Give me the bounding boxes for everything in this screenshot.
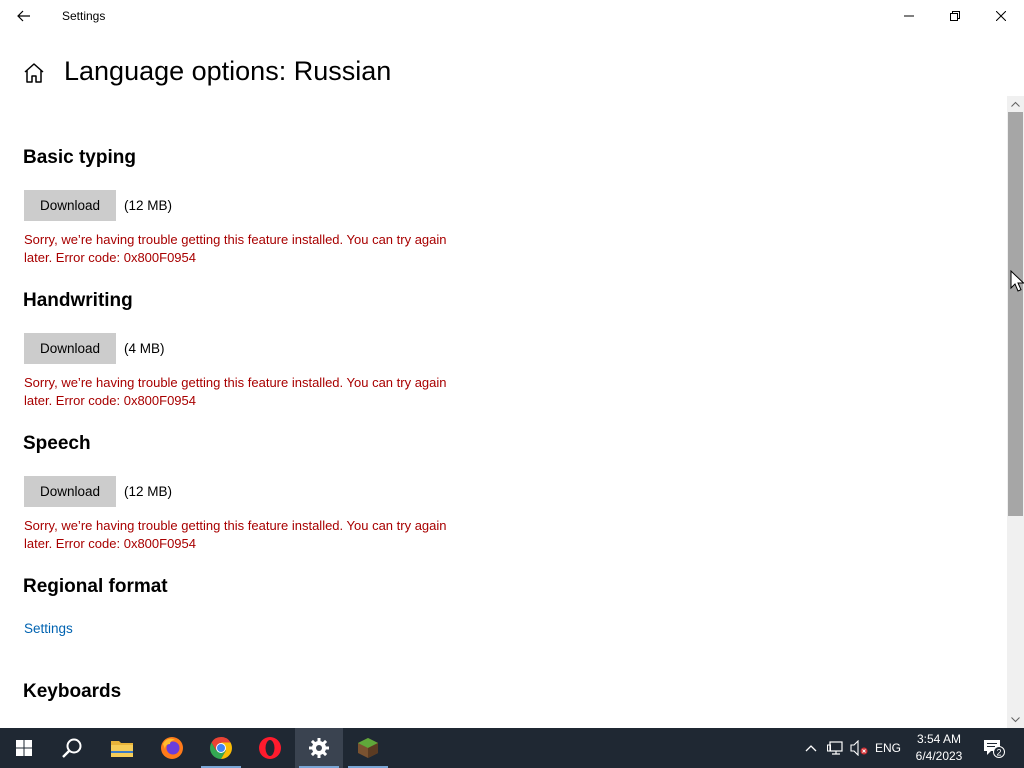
minecraft-icon [358,738,378,758]
file-explorer-icon [111,741,133,757]
start-button[interactable] [0,728,48,768]
taskbar: ENG 3:54 AM 6/4/2023 2 [0,728,1024,768]
chrome-button[interactable] [197,728,245,768]
basic-typing-download-button[interactable]: Download [24,190,116,221]
home-icon[interactable] [22,61,46,85]
basic-typing-size: (12 MB) [124,198,173,213]
clock[interactable]: 3:54 AM 6/4/2023 [908,731,970,765]
mouse-cursor-icon [1010,270,1024,292]
basic-typing-error: Sorry, we’re having trouble getting this… [24,232,447,265]
settings-taskbar-button[interactable] [295,728,343,768]
handwriting-error: Sorry, we’re having trouble getting this… [24,375,447,408]
settings-icon [309,738,329,758]
volume-button[interactable] [848,728,870,768]
notification-icon: 2 [984,740,1005,758]
basic-typing-heading: Basic typing [23,147,136,168]
scroll-up-button[interactable] [1007,96,1024,112]
handwriting-download-button[interactable]: Download [24,333,116,364]
clock-time: 3:54 AM [916,732,962,746]
chevron-up-icon [805,745,817,752]
scrollbar-thumb[interactable] [1008,112,1023,516]
search-icon [62,738,82,758]
start-icon [16,740,32,756]
speech-heading: Speech [23,433,91,454]
keyboards-heading: Keyboards [23,681,122,702]
speech-download-button[interactable]: Download [24,476,116,507]
speech-error: Sorry, we’re having trouble getting this… [24,518,447,551]
volume-muted-icon [850,740,868,756]
chevron-down-icon [1011,717,1020,723]
network-icon [827,741,843,755]
input-language-indicator[interactable]: ENG [872,728,904,768]
scroll-down-button[interactable] [1007,712,1024,728]
content-area: Language options: Russian Basic typing D… [0,0,1006,728]
notification-count: 2 [996,747,1001,757]
minecraft-button[interactable] [344,728,392,768]
vertical-scrollbar[interactable] [1007,96,1024,728]
regional-format-heading: Regional format [23,576,168,597]
opera-icon [259,737,281,759]
network-button[interactable] [824,728,848,768]
firefox-icon [161,737,183,759]
file-explorer-button[interactable] [98,728,146,768]
chevron-up-icon [1011,101,1020,107]
opera-button[interactable] [246,728,294,768]
speech-size: (12 MB) [124,484,173,499]
search-button[interactable] [48,728,96,768]
firefox-button[interactable] [148,728,196,768]
action-center-button[interactable]: 2 [978,728,1010,768]
regional-format-settings-link[interactable]: Settings [24,621,73,636]
chrome-icon [210,737,232,759]
page-title: Language options: Russian [64,56,392,86]
show-hidden-icons-button[interactable] [800,728,822,768]
handwriting-size: (4 MB) [124,341,165,356]
handwriting-heading: Handwriting [23,290,133,311]
clock-date: 6/4/2023 [915,749,963,763]
